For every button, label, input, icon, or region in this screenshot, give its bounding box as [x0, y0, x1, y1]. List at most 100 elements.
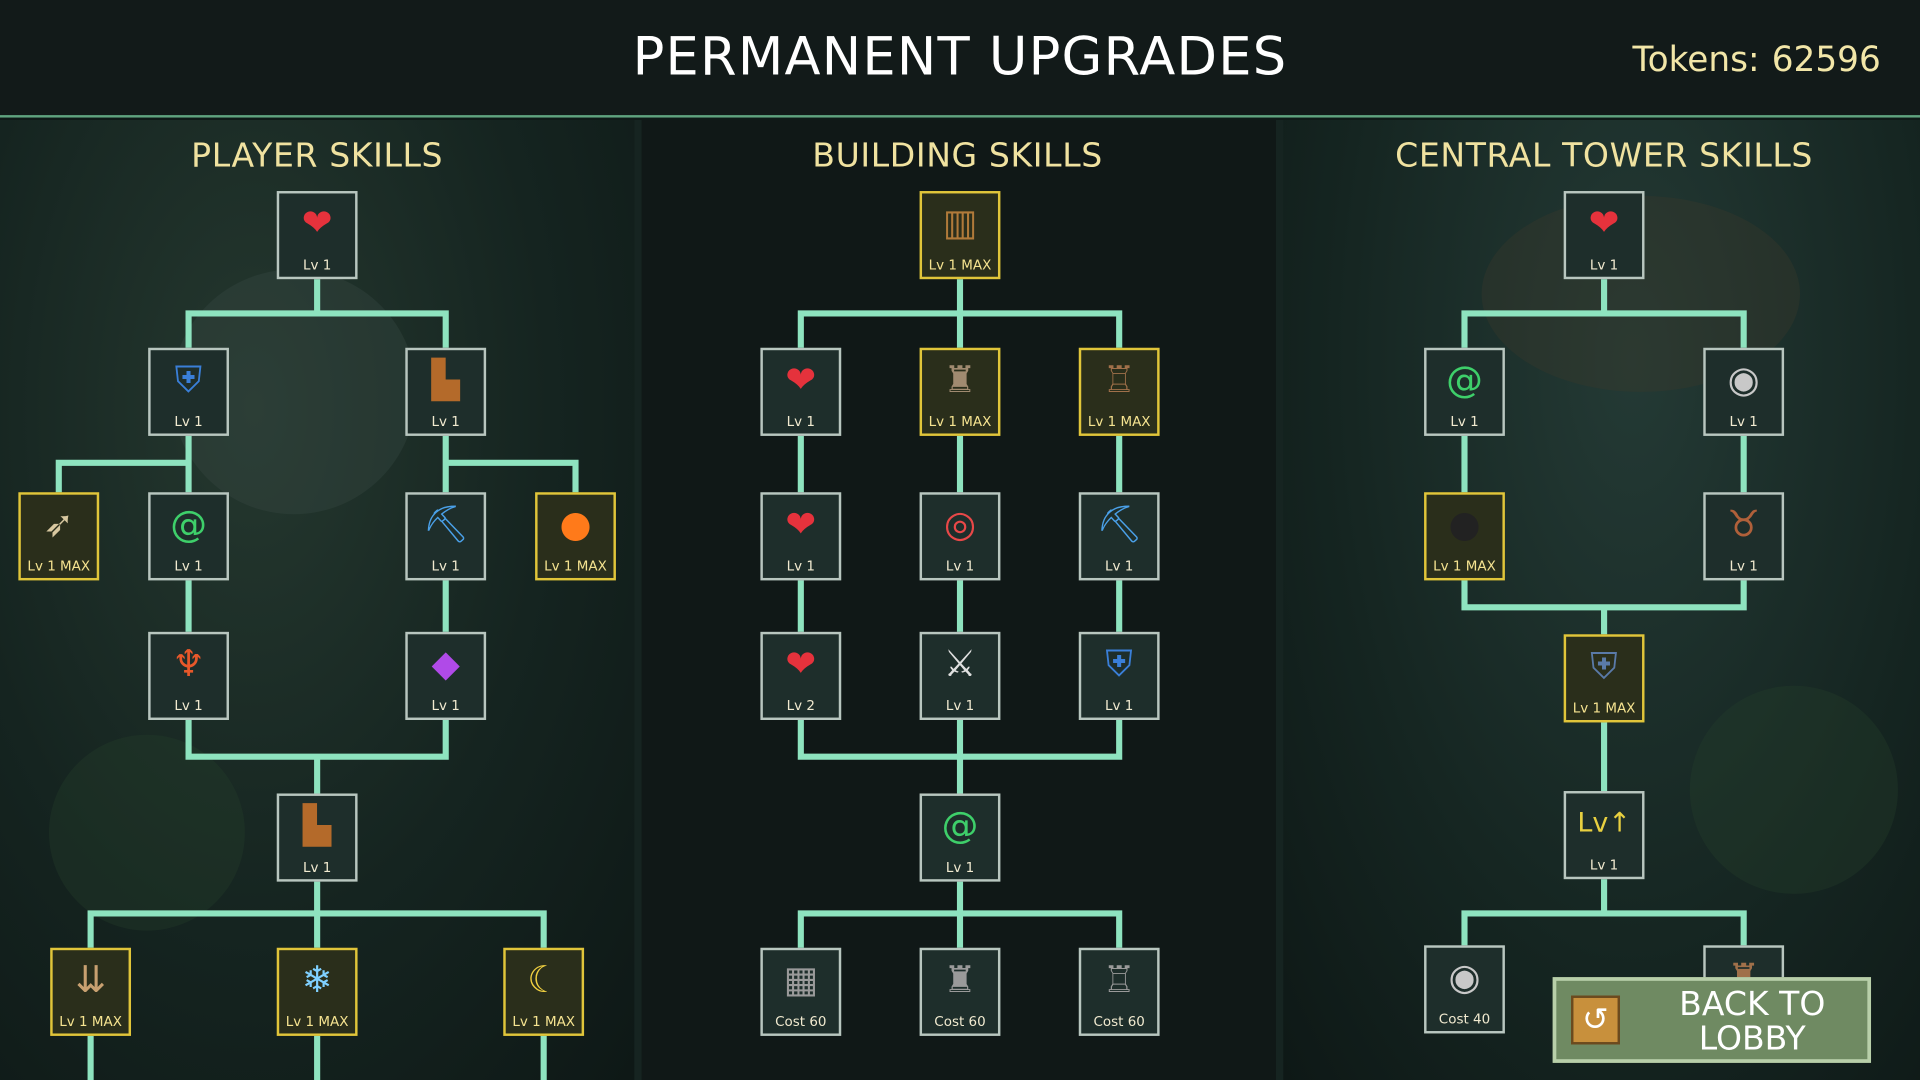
skill-cost-label: Cost 60 — [775, 1013, 827, 1030]
phoenix-icon: ♆ — [172, 642, 206, 686]
skill-sword-slash[interactable]: ☾ Lv 1 MAX — [503, 947, 585, 1036]
skill-level-label: Lv 1 — [786, 558, 815, 575]
shield-icon: ⛨ — [174, 358, 203, 402]
skill-dig[interactable]: ⛏ Lv 1 — [405, 492, 487, 581]
skill-tower-regen[interactable]: @ Lv 1 — [1424, 347, 1505, 436]
skill-tower-coin-2[interactable]: ◉ Cost 40 — [1424, 945, 1505, 1034]
skill-fireball[interactable]: ● Lv 1 MAX — [535, 492, 616, 581]
castle-icon: ♜ — [943, 958, 977, 1002]
skill-level-label: Lv 1 — [1729, 558, 1758, 575]
boot-icon: ▙ — [431, 358, 460, 402]
skill-cost-label: Cost 40 — [1438, 1011, 1491, 1028]
tower-icon: ♖ — [1102, 958, 1136, 1002]
skill-level-label: Lv 1 — [1450, 413, 1479, 430]
skill-level-label: Lv 2 — [786, 697, 815, 714]
skill-boar[interactable]: ♉ Lv 1 — [1703, 492, 1785, 581]
skill-castle-target[interactable]: ◎ Lv 1 — [919, 492, 1001, 581]
skill-level-up[interactable]: Lv↑ Lv 1 — [1563, 791, 1645, 880]
castle-sword-icon: ⚔ — [943, 642, 977, 686]
skill-level-label: Lv 1 — [1589, 857, 1619, 874]
skill-castle-sword[interactable]: ⚔ Lv 1 — [919, 631, 1001, 721]
skill-armor[interactable]: ⛨ Lv 1 — [148, 347, 229, 436]
skill-castle[interactable]: ♜ Lv 1 MAX — [919, 347, 1001, 436]
skill-move-speed[interactable]: ▙ Lv 1 — [405, 347, 487, 436]
shovel-icon: ⛏ — [422, 503, 470, 547]
skill-max-health[interactable]: ❤ Lv 1 — [276, 191, 358, 280]
skill-level-label: Lv 1 — [302, 257, 332, 274]
skill-level-label: Lv 1 MAX — [928, 413, 992, 430]
skill-wall-spiral[interactable]: @ Lv 1 — [919, 793, 1001, 882]
skill-level-label: Lv 1 MAX — [1087, 413, 1151, 430]
skill-level-label: Lv 1 — [174, 558, 203, 575]
skill-level-label: Lv 1 MAX — [1433, 558, 1496, 575]
skill-wall[interactable]: ▥ Lv 1 MAX — [919, 191, 1001, 280]
skill-cost-label: Cost 60 — [1093, 1013, 1145, 1030]
skill-tower-health[interactable]: ❤ Lv 1 — [1563, 191, 1645, 280]
skill-wall-health-2[interactable]: ❤ Lv 1 — [760, 492, 842, 581]
skill-tower[interactable]: ♖ Lv 1 MAX — [1078, 347, 1160, 436]
skill-level-label: Lv 1 — [945, 697, 975, 714]
tower-icon: ♖ — [1102, 358, 1136, 402]
sword-slash-icon: ☾ — [527, 958, 561, 1002]
skill-revive[interactable]: ♆ Lv 1 — [148, 631, 229, 721]
skill-level-label: Lv 1 — [945, 558, 975, 575]
skill-cannonball[interactable]: ● Lv 1 MAX — [1424, 492, 1505, 581]
xp-gem-icon: ◆ — [431, 642, 460, 686]
skill-level-label: Lv 1 MAX — [1572, 700, 1636, 717]
skill-level-label: Lv 1 — [431, 558, 460, 575]
tower-shield-icon: ⛨ — [1105, 642, 1133, 686]
wall-icon: ▥ — [942, 202, 978, 245]
crest-shield-icon: ⛨ — [1590, 645, 1618, 689]
skill-level-label: Lv 1 MAX — [544, 558, 607, 575]
skill-xp[interactable]: ◆ Lv 1 — [405, 631, 487, 721]
arrows-rain-icon: ⇊ — [75, 958, 106, 1002]
return-icon: ↺ — [1571, 995, 1621, 1045]
arrow-icon: ➶ — [43, 503, 75, 547]
skill-level-label: Lv 1 MAX — [59, 1013, 122, 1030]
skill-level-label: Lv 1 — [174, 413, 203, 430]
skill-spiral[interactable]: @ Lv 1 — [148, 492, 229, 581]
skill-level-label: Lv 1 — [431, 413, 460, 430]
skill-level-label: Lv 1 — [174, 697, 203, 714]
skill-freeze[interactable]: ❄ Lv 1 MAX — [276, 947, 358, 1036]
skill-level-label: Lv 1 — [431, 697, 460, 714]
tower-heart-icon: ❤ — [1588, 202, 1620, 245]
coin-icon: ◉ — [1727, 358, 1760, 402]
back-to-lobby-button[interactable]: ↺ BACK TO LOBBY — [1552, 977, 1872, 1063]
skill-wall-health-3[interactable]: ❤ Lv 2 — [760, 631, 842, 721]
wall-heart-icon: ❤ — [785, 358, 817, 402]
skill-tower-dig[interactable]: ⛏ Lv 1 — [1078, 492, 1160, 581]
back-to-lobby-label: BACK TO LOBBY — [1679, 985, 1826, 1058]
skill-level-label: Lv 1 MAX — [27, 558, 91, 575]
skill-dash[interactable]: ▙ Lv 1 — [276, 793, 358, 882]
skill-tower-shield[interactable]: ⛨ Lv 1 — [1078, 631, 1160, 721]
skill-gate[interactable]: ▦ Cost 60 — [760, 947, 842, 1036]
skill-level-label: Lv 1 MAX — [512, 1013, 576, 1030]
skill-level-label: Lv 1 — [1105, 558, 1134, 575]
wall-heart-icon: ❤ — [785, 642, 817, 686]
coin-icon: ◉ — [1448, 956, 1481, 1000]
snowflake-icon: ❄ — [301, 958, 333, 1002]
skill-level-label: Lv 1 — [945, 859, 975, 876]
boot-icon: ▙ — [303, 804, 332, 848]
skill-tower-coin[interactable]: ◉ Lv 1 — [1703, 347, 1785, 436]
skill-tower-upgrade[interactable]: ♖ Cost 60 — [1078, 947, 1160, 1036]
skill-cost-label: Cost 60 — [934, 1013, 986, 1030]
castle-target-icon: ◎ — [943, 503, 977, 547]
heart-plus-icon: ❤ — [301, 202, 333, 245]
tower-shovel-icon: ⛏ — [1095, 503, 1143, 547]
skill-castle-upgrade[interactable]: ♜ Cost 60 — [919, 947, 1001, 1036]
skill-crest-shield[interactable]: ⛨ Lv 1 MAX — [1563, 634, 1645, 723]
skill-arrow[interactable]: ➶ Lv 1 MAX — [18, 492, 100, 581]
skill-wall-health[interactable]: ❤ Lv 1 — [760, 347, 842, 436]
gate-icon: ▦ — [783, 958, 819, 1002]
wall-spiral-icon: @ — [941, 804, 979, 848]
fireball-icon: ● — [559, 503, 592, 547]
skill-arrow-rain[interactable]: ⇊ Lv 1 MAX — [50, 947, 132, 1036]
spiral-icon: @ — [170, 503, 207, 547]
skill-level-label: Lv 1 — [1729, 413, 1758, 430]
skill-level-label: Lv 1 MAX — [285, 1013, 349, 1030]
tower-spiral-icon: @ — [1446, 358, 1483, 402]
skill-level-label: Lv 1 — [1589, 257, 1619, 274]
castle-icon: ♜ — [943, 358, 977, 402]
